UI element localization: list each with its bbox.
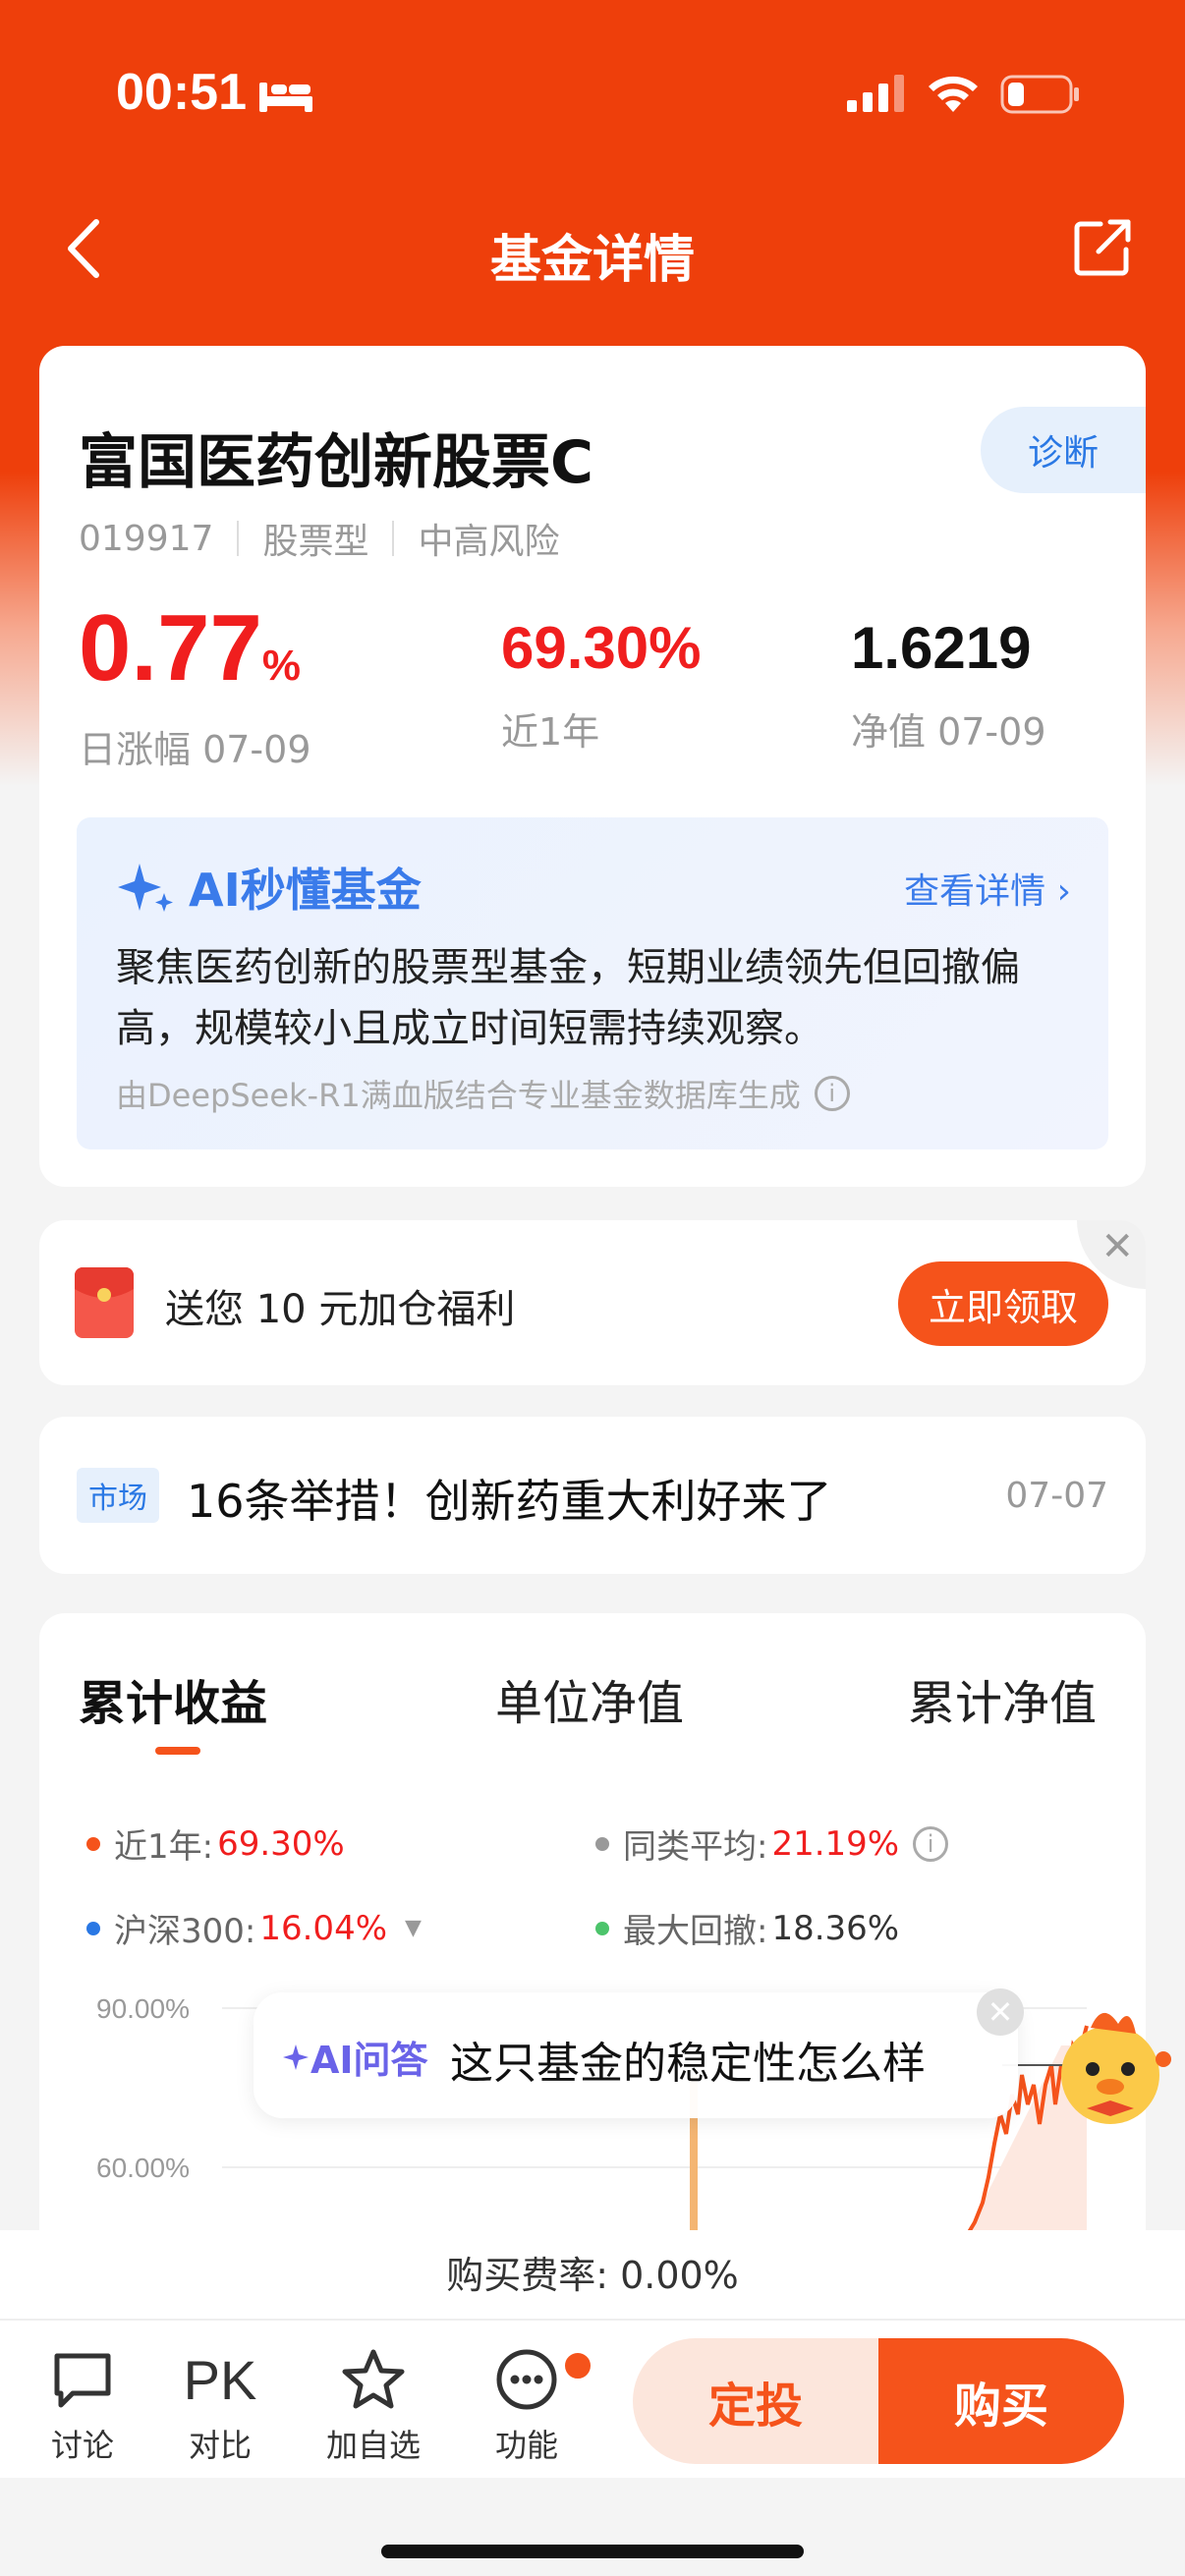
legend-max-drawdown: 最大回撤: 18.36% bbox=[595, 1904, 899, 1952]
daily-change-stat: 0.77% 日涨幅 07-09 bbox=[79, 601, 311, 773]
nav-value: 1.6219 bbox=[851, 615, 1032, 681]
red-envelope-icon bbox=[75, 1267, 134, 1338]
watchlist-label: 加自选 bbox=[325, 2427, 421, 2464]
buy-button[interactable]: 购买 bbox=[878, 2338, 1124, 2464]
share-icon[interactable] bbox=[1071, 216, 1134, 279]
pk-icon: PK bbox=[183, 2348, 257, 2411]
news-title: 16条举措！创新药重大利好来了 bbox=[187, 1475, 832, 1528]
ai-summary-text: 聚焦医药创新的股票型基金，短期业绩领先但回撤偏高，规模较小且成立时间短需持续观察… bbox=[116, 945, 1020, 1051]
legend-dot bbox=[595, 1836, 609, 1851]
status-time: 00:51 bbox=[116, 64, 247, 121]
claim-now-button[interactable]: 立即领取 bbox=[898, 1261, 1108, 1346]
tab-cumulative-nav[interactable]: 累计净值 bbox=[908, 1664, 1097, 1733]
active-tab-indicator bbox=[155, 1747, 200, 1755]
home-indicator-area bbox=[0, 2478, 1185, 2576]
discuss-label: 讨论 bbox=[50, 2427, 114, 2464]
info-icon[interactable]: i bbox=[913, 1825, 949, 1862]
news-date: 07-07 bbox=[1005, 1476, 1108, 1516]
legend-peer-average: 同类平均: 21.19% i bbox=[595, 1820, 949, 1868]
divider bbox=[392, 521, 395, 556]
bottom-action-bar: 讨论 PK 对比 加自选 功能 定投 购买 bbox=[0, 2321, 1185, 2478]
battery-icon bbox=[1000, 75, 1079, 114]
fund-meta-row: 019917 股票型 中高风险 bbox=[79, 513, 559, 564]
tab-cumulative-return[interactable]: 累计收益 bbox=[79, 1664, 267, 1733]
one-year-return-value: 69.30% bbox=[501, 615, 702, 681]
daily-change-label: 日涨幅 07-09 bbox=[79, 728, 311, 771]
fund-risk-level: 中高风险 bbox=[418, 522, 560, 562]
legend-dot bbox=[86, 1921, 100, 1935]
ai-summary-panel[interactable]: AI秒懂基金 查看详情 › 聚焦医药创新的股票型基金，短期业绩领先但回撤偏高，规… bbox=[77, 817, 1108, 1149]
more-icon bbox=[496, 2349, 557, 2410]
star-icon bbox=[342, 2349, 405, 2409]
notification-dot bbox=[562, 2350, 593, 2381]
status-bar: 00:51 bbox=[0, 0, 1185, 196]
promo-text: 送您 10 元加仓福利 bbox=[165, 1287, 516, 1332]
features-button[interactable]: 功能 bbox=[468, 2342, 593, 2466]
sparkle-icon bbox=[283, 2044, 309, 2070]
news-tag: 市场 bbox=[77, 1468, 159, 1523]
legend-one-year: 近1年: 69.30% bbox=[86, 1820, 345, 1868]
fund-code: 019917 bbox=[79, 518, 214, 559]
sparkle-icon bbox=[118, 864, 173, 912]
promo-banner: 送您 10 元加仓福利 立即领取 ✕ bbox=[39, 1220, 1146, 1385]
diagnose-button[interactable]: 诊断 bbox=[981, 407, 1146, 493]
mascot-chick-icon[interactable] bbox=[1042, 1994, 1177, 2132]
y-tick-label: 90.00% bbox=[96, 1993, 190, 2024]
one-year-return-label: 近1年 bbox=[501, 710, 600, 754]
fund-name: 富国医药创新股票C bbox=[79, 428, 594, 497]
purchase-fee-text: 购买费率: 0.00% bbox=[0, 2230, 1185, 2321]
legend-hs300[interactable]: 沪深300: 16.04% ▼ bbox=[86, 1904, 422, 1952]
news-item[interactable]: 市场 16条举措！创新药重大利好来了 07-07 bbox=[39, 1417, 1146, 1574]
nav-label: 净值 07-09 bbox=[851, 710, 1046, 754]
one-year-return-stat: 69.30% 近1年 bbox=[501, 601, 702, 756]
ai-qa-tag: AI问答 bbox=[281, 2030, 428, 2084]
compare-label: 对比 bbox=[188, 2427, 252, 2464]
compare-button[interactable]: PK 对比 bbox=[161, 2342, 279, 2466]
dropdown-caret-icon[interactable]: ▼ bbox=[405, 1916, 422, 1940]
view-details-link[interactable]: 查看详情 › bbox=[904, 863, 1071, 914]
y-tick-label: 60.00% bbox=[96, 2153, 190, 2183]
cellular-signal-icon bbox=[847, 75, 904, 112]
daily-change-value: 0.77% bbox=[79, 595, 301, 700]
fund-summary-card: 富国医药创新股票C 诊断 019917 股票型 中高风险 0.77% 日涨幅 0… bbox=[39, 346, 1146, 1187]
discuss-button[interactable]: 讨论 bbox=[24, 2342, 141, 2466]
sleep-focus-icon bbox=[259, 83, 312, 112]
chat-bubble-icon bbox=[54, 2353, 111, 2408]
legend-dot bbox=[86, 1836, 100, 1851]
legend-dot bbox=[595, 1921, 609, 1935]
ai-question-bubble[interactable]: AI问答 这只基金的稳定性怎么样 bbox=[254, 1992, 1018, 2118]
add-watchlist-button[interactable]: 加自选 bbox=[314, 2342, 432, 2466]
close-icon[interactable]: ✕ bbox=[977, 1988, 1024, 2036]
features-label: 功能 bbox=[494, 2427, 558, 2464]
home-indicator[interactable] bbox=[381, 2545, 804, 2558]
nav-stat: 1.6219 净值 07-09 bbox=[851, 601, 1046, 756]
ai-summary-title: AI秒懂基金 bbox=[116, 855, 422, 920]
auto-invest-button[interactable]: 定投 bbox=[633, 2338, 878, 2464]
page-title: 基金详情 bbox=[489, 231, 695, 290]
ai-question-text: 这只基金的稳定性怎么样 bbox=[450, 2039, 926, 2089]
info-icon[interactable]: i bbox=[814, 1076, 850, 1111]
tab-unit-nav[interactable]: 单位净值 bbox=[495, 1664, 684, 1733]
divider bbox=[237, 521, 240, 556]
ai-source-note: 由DeepSeek-R1满血版结合专业基金数据库生成 i bbox=[116, 1071, 850, 1116]
wifi-icon bbox=[929, 76, 978, 112]
fund-type: 股票型 bbox=[262, 522, 369, 562]
